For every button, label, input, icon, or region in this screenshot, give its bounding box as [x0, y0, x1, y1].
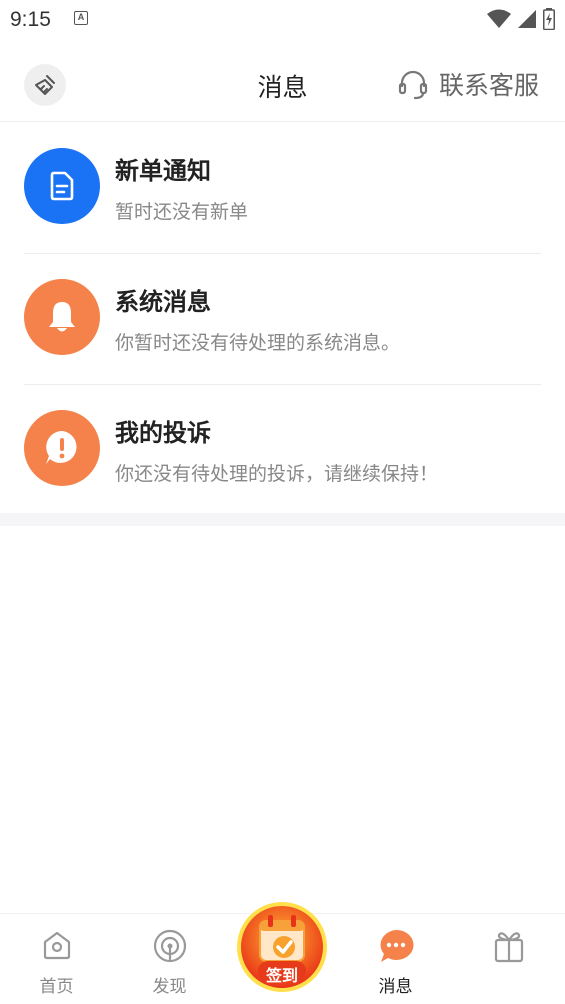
message-item-system[interactable]: 系统消息 你暂时还没有待处理的系统消息。	[0, 254, 565, 385]
tab-label: 消息	[378, 977, 413, 997]
status-bar: 9:15 A	[0, 0, 565, 40]
exclamation-bubble-icon	[46, 431, 77, 464]
tab-label: 发现	[152, 977, 187, 997]
gift-icon	[494, 932, 523, 963]
message-title: 系统消息	[115, 288, 211, 316]
section-separator	[0, 513, 565, 526]
message-subtitle: 你暂时还没有待处理的系统消息。	[115, 332, 401, 354]
app-header: 消息 联系客服	[0, 48, 565, 122]
message-list: 新单通知 暂时还没有新单 系统消息 你暂时还没有待处理的系统消息。 我的投诉 你…	[0, 123, 565, 516]
contact-service-label: 联系客服	[438, 71, 539, 100]
status-time: 9:15	[10, 8, 51, 31]
headset-icon	[398, 70, 428, 100]
sign-in-button[interactable]: 签到	[234, 895, 330, 995]
tab-gift[interactable]	[452, 914, 565, 1004]
battery-icon	[543, 8, 555, 30]
message-item-complaint[interactable]: 我的投诉 你还没有待处理的投诉，请继续保持！	[0, 385, 565, 516]
document-icon	[50, 171, 74, 201]
complaint-icon-circle	[24, 410, 100, 486]
sign-in-label: 签到	[265, 966, 298, 985]
tab-messages[interactable]: 消息	[339, 914, 452, 1004]
bell-icon	[49, 302, 75, 332]
wifi-icon	[487, 9, 511, 28]
status-icons	[487, 8, 555, 30]
message-subtitle: 你还没有待处理的投诉，请继续保持！	[115, 463, 439, 485]
discover-icon	[153, 929, 186, 963]
tab-label: 首页	[39, 977, 74, 997]
tab-discover[interactable]: 发现	[113, 914, 226, 1004]
contact-service-button[interactable]: 联系客服	[397, 66, 539, 102]
chat-bubble-icon	[380, 929, 413, 962]
signal-icon	[518, 10, 536, 28]
message-subtitle: 暂时还没有新单	[115, 201, 249, 223]
system-icon-circle	[24, 279, 100, 355]
message-title: 新单通知	[115, 157, 211, 185]
message-title: 我的投诉	[115, 419, 211, 447]
home-icon	[43, 931, 70, 960]
tab-home[interactable]: 首页	[0, 914, 113, 1004]
new-order-icon-circle	[24, 148, 100, 224]
message-item-new-order[interactable]: 新单通知 暂时还没有新单	[0, 123, 565, 254]
notification-a-icon: A	[74, 11, 88, 25]
